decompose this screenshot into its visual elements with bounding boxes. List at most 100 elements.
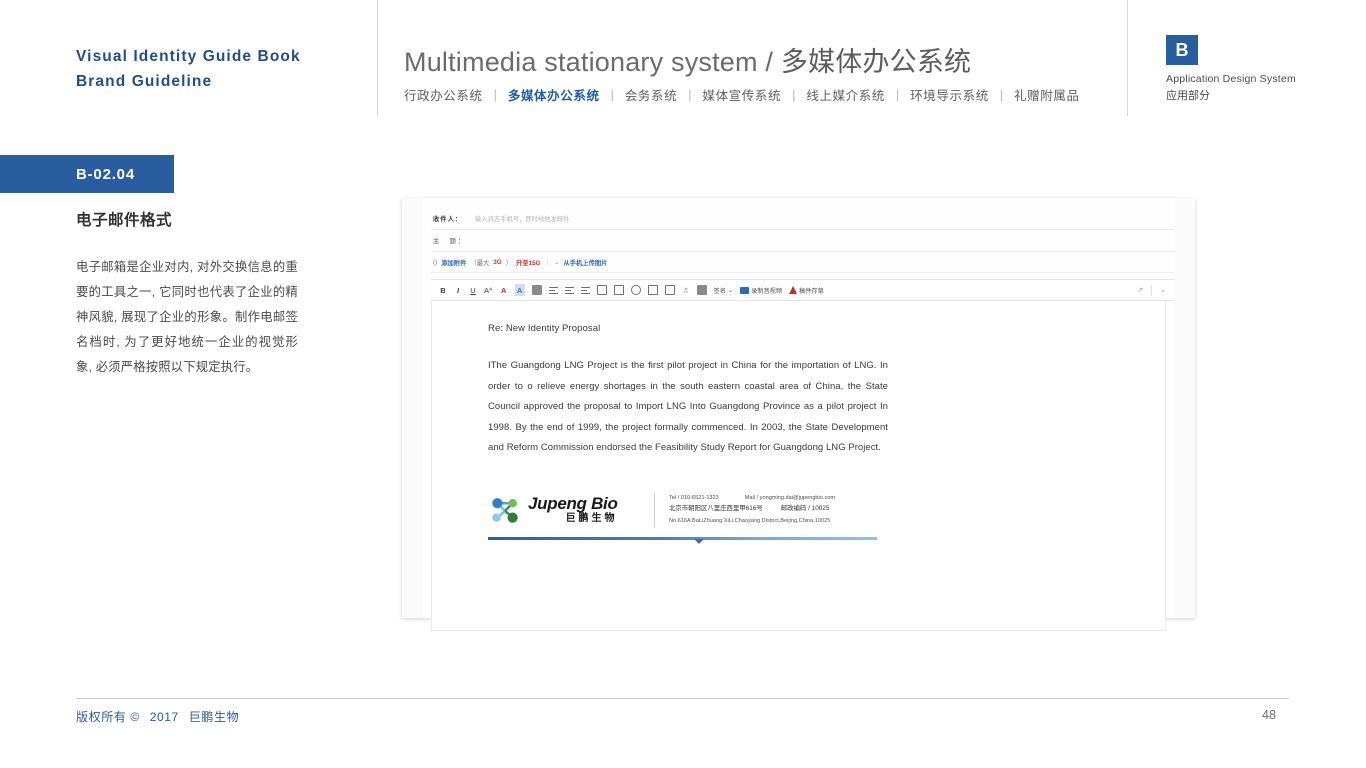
signature-name-en: Jupeng Bio xyxy=(528,494,618,513)
signature-mail: Mail / yongming.dai@jupengbio.com xyxy=(744,494,836,501)
save-draft-button[interactable]: 稿件存草 xyxy=(789,286,824,295)
email-body[interactable]: Re: New Identity Proposal IThe Guangdong… xyxy=(431,301,1166,631)
upgrade-storage-link[interactable]: 升至15G xyxy=(516,258,541,267)
nav-item-administrative[interactable]: 行政办公系统 xyxy=(404,85,483,104)
bold-icon[interactable]: B xyxy=(439,284,447,296)
brand-title-line1: Visual Identity Guide Book xyxy=(76,48,301,65)
upload-from-phone-button[interactable]: 从手机上传图片 xyxy=(563,258,607,267)
page-title-cn: 多媒体办公系统 xyxy=(780,47,972,77)
signature-caret-icon: ⌄ xyxy=(727,286,734,294)
nav-separator: | xyxy=(792,87,796,102)
signature-logo: Jupeng Bio 巨鹏生物 xyxy=(488,493,648,527)
email-paragraph: IThe Guangdong LNG Project is the first … xyxy=(488,360,888,453)
nav-item-media-promotion[interactable]: 媒体宣传系统 xyxy=(702,85,781,104)
signature-address-en: No.616A BaLiZhuang XiLi,Chaoyang Distric… xyxy=(669,517,831,524)
signature-name-cn: 巨鹏生物 xyxy=(565,513,618,524)
font-color-icon[interactable]: A xyxy=(500,284,508,296)
email-header-fields: 收件人： 输入对方手机号，即时给他发邮件 主 题： () 添加附件 （最大 3G… xyxy=(423,198,1174,301)
page-title-en: Multimedia stationary system xyxy=(404,47,758,77)
page-title-separator: / xyxy=(765,47,774,77)
chevron-down-icon xyxy=(694,538,704,544)
attachment-max-prefix: （最大 xyxy=(470,259,490,267)
image-icon[interactable] xyxy=(596,284,607,296)
emoji-icon[interactable] xyxy=(630,284,641,296)
template-icon[interactable] xyxy=(696,284,707,296)
card-icon[interactable] xyxy=(647,284,658,296)
chapter-badge-letter: B xyxy=(1166,35,1198,65)
email-signature: Jupeng Bio 巨鹏生物 Tel / 010-6521-1323 Mail… xyxy=(488,492,880,527)
signature-address-cn: 北京市朝阳区八里庄西里甲616号 xyxy=(669,505,763,513)
font-size-icon[interactable]: A^ xyxy=(484,284,493,296)
signature-contact: Tel / 010-6521-1323 Mail / yongming.dai@… xyxy=(669,493,835,527)
footer-year: 2017 xyxy=(149,710,179,724)
signature-tel: Tel / 010-6521-1323 xyxy=(669,494,719,501)
email-mockup: 收件人： 输入对方手机号，即时给他发邮件 主 题： () 添加附件 （最大 3G… xyxy=(402,198,1195,631)
header-divider-left xyxy=(377,0,378,116)
footer-copyright-text: 版权所有 © xyxy=(76,710,140,724)
chapter-badge: B Application Design System 应用部分 xyxy=(1166,35,1296,103)
calendar-icon[interactable] xyxy=(664,284,675,296)
format-toolbar: B I U A^ A A ☃ 签名 ⌄ 录制音视频 稿件存草 ↗ ⌄ xyxy=(431,279,1174,301)
nav-item-environment-signage[interactable]: 环境导示系统 xyxy=(910,85,989,104)
nav-item-gifts[interactable]: 礼赠附属品 xyxy=(1014,85,1080,104)
indent-icon[interactable] xyxy=(580,284,590,296)
save-draft-label: 稿件存草 xyxy=(799,287,824,295)
clear-format-icon[interactable] xyxy=(531,284,542,296)
expand-icon[interactable]: ↗ xyxy=(1137,286,1143,294)
chevron-down-icon[interactable]: ⌄ xyxy=(554,259,559,266)
footer-divider xyxy=(76,698,1289,699)
record-av-label: 录制音视频 xyxy=(751,287,783,295)
toolbar-divider xyxy=(1151,285,1153,295)
header-divider-right xyxy=(1127,0,1128,116)
page-header: Visual Identity Guide Book Brand Guideli… xyxy=(0,0,1366,116)
footer-copyright: 版权所有 © 2017 巨鹏生物 xyxy=(76,708,239,725)
signature-gradient-rule xyxy=(488,536,877,540)
nav-separator: | xyxy=(610,87,614,102)
chapter-badge-caption-cn: 应用部分 xyxy=(1166,90,1210,102)
chevron-down-icon[interactable]: ⌄ xyxy=(1160,286,1166,294)
section-body-text: 电子邮箱是企业对内, 对外交换信息的重要的工具之一, 它同时也代表了企业的精神风… xyxy=(76,260,298,374)
subject-row[interactable]: 主 题： xyxy=(431,230,1174,252)
signature-label: 签名 xyxy=(713,287,726,295)
microphone-icon[interactable]: ☃ xyxy=(682,284,690,296)
section-nav: 行政办公系统 | 多媒体办公系统 | 会务系统 | 媒体宣传系统 | 线上媒介系… xyxy=(404,85,1080,104)
signature-button[interactable]: 签名 ⌄ xyxy=(714,286,734,295)
bullet-list-icon[interactable] xyxy=(564,284,574,296)
brand-title-line2: Brand Guideline xyxy=(76,73,213,90)
nav-item-online-media[interactable]: 线上媒介系统 xyxy=(806,85,885,104)
align-icon[interactable] xyxy=(548,284,558,296)
paperclip-icon: () xyxy=(433,258,438,266)
italic-icon[interactable]: I xyxy=(454,284,462,296)
page-title: Multimedia stationary system / 多媒体办公系统 xyxy=(404,40,971,79)
attachment-bar: () 添加附件 （最大 3G ） 升至15G | ⌄ 从手机上传图片 xyxy=(431,252,1174,273)
recipient-row[interactable]: 收件人： 输入对方手机号，即时给他发邮件 xyxy=(431,208,1174,230)
nav-item-conference[interactable]: 会务系统 xyxy=(625,85,677,104)
record-av-button[interactable]: 录制音视频 xyxy=(740,286,782,295)
highlight-icon[interactable]: A xyxy=(514,284,525,296)
nav-separator: | xyxy=(895,87,900,102)
signature-wordmark: Jupeng Bio 巨鹏生物 xyxy=(528,495,618,524)
email-compose-window: 收件人： 输入对方手机号，即时给他发邮件 主 题： () 添加附件 （最大 3G… xyxy=(423,198,1174,631)
brand-title: Visual Identity Guide Book Brand Guideli… xyxy=(76,44,301,94)
underline-icon[interactable]: U xyxy=(469,284,477,296)
jupeng-molecule-icon xyxy=(492,497,518,523)
signature-postcode: 邮政编码 / 10025 xyxy=(780,505,830,513)
attachment-divider: | xyxy=(546,258,549,266)
screenshot-icon[interactable] xyxy=(613,284,624,296)
page-number: 48 xyxy=(1262,708,1276,722)
nav-separator: | xyxy=(493,87,497,102)
recipient-input[interactable]: 输入对方手机号，即时给他发邮件 xyxy=(475,214,569,223)
footer-company: 巨鹏生物 xyxy=(188,710,240,724)
nav-item-multimedia[interactable]: 多媒体办公系统 xyxy=(508,85,600,104)
signature-divider xyxy=(654,492,655,527)
video-icon xyxy=(740,286,750,294)
draft-icon xyxy=(789,286,798,294)
attachment-max-suffix: ） xyxy=(505,259,512,267)
nav-separator: | xyxy=(688,87,692,102)
add-attachment-button[interactable]: 添加附件 xyxy=(441,258,466,267)
nav-separator: | xyxy=(999,87,1004,102)
section-heading: 电子邮件格式 xyxy=(76,212,173,229)
toolbar-right-controls: ↗ ⌄ xyxy=(1137,285,1166,295)
email-subject-line: Re: New Identity Proposal xyxy=(488,323,601,334)
attachment-max-size: 3G xyxy=(493,258,502,266)
